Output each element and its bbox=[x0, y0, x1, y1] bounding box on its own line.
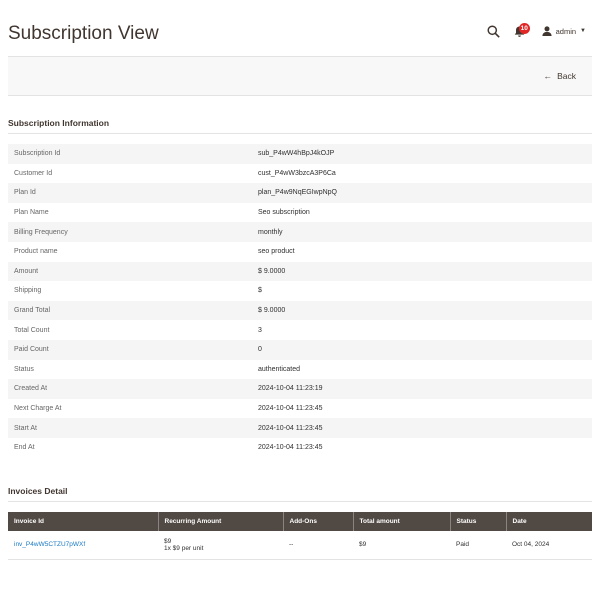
invoice-id-cell: inv_P4wW5CTZU7pWXf bbox=[8, 531, 158, 560]
info-label: Customer Id bbox=[14, 169, 53, 177]
info-label: Subscription Id bbox=[14, 150, 61, 158]
invoices-heading: Invoices Detail bbox=[8, 486, 68, 496]
info-row: Status authenticated bbox=[8, 360, 592, 380]
info-row: Plan Name Seo subscription bbox=[8, 203, 592, 223]
info-value: $ 9.0000 bbox=[258, 267, 286, 275]
info-label: Grand Total bbox=[14, 307, 51, 315]
invoices-table: Invoice Id Recurring Amount Add-Ons Tota… bbox=[8, 512, 592, 560]
column-header-add-ons: Add-Ons bbox=[283, 512, 354, 531]
info-row: Total Count 3 bbox=[8, 320, 592, 340]
subscription-info-heading: Subscription Information bbox=[8, 118, 110, 128]
divider bbox=[8, 501, 592, 502]
add-ons-cell: -- bbox=[283, 531, 353, 560]
info-label: Plan Id bbox=[14, 189, 36, 197]
date-cell: Oct 04, 2024 bbox=[506, 531, 592, 560]
info-value: seo product bbox=[258, 248, 295, 256]
info-label: Created At bbox=[14, 385, 48, 393]
info-row: Billing Frequency monthly bbox=[8, 222, 592, 242]
subscription-info-table: Subscription Id sub_P4wW4hBpJ4kOJP Custom… bbox=[8, 144, 592, 458]
info-value: cust_P4wW3bzcA3P6Ca bbox=[258, 169, 336, 177]
info-label: Status bbox=[14, 365, 34, 373]
status-cell: Paid bbox=[450, 531, 506, 560]
page-actions-bar: ← Back bbox=[8, 56, 592, 96]
recurring-detail: 1x $9 per unit bbox=[164, 544, 204, 552]
info-value: authenticated bbox=[258, 365, 301, 373]
info-value: plan_P4w9NqEGIwpNpQ bbox=[258, 189, 337, 197]
info-label: Start At bbox=[14, 424, 37, 432]
info-label: Plan Name bbox=[14, 209, 49, 217]
page-title: Subscription View bbox=[8, 23, 159, 44]
table-row: inv_P4wW5CTZU7pWXf $9 1x $9 per unit -- … bbox=[8, 531, 592, 560]
info-value: 2024-10-04 11:23:45 bbox=[258, 405, 323, 413]
column-header-date: Date bbox=[506, 512, 592, 531]
info-label: Product name bbox=[14, 248, 58, 256]
info-row: Created At 2024-10-04 11:23:19 bbox=[8, 379, 592, 399]
info-label: End At bbox=[14, 444, 35, 452]
info-row: Product name seo product bbox=[8, 242, 592, 262]
admin-user-name: admin bbox=[555, 26, 577, 36]
info-row: Plan Id plan_P4w9NqEGIwpNpQ bbox=[8, 183, 592, 203]
chevron-down-icon: ▼ bbox=[580, 28, 586, 34]
info-value: 2024-10-04 11:23:45 bbox=[258, 444, 323, 452]
column-header-invoice-id: Invoice Id bbox=[8, 512, 159, 531]
admin-toolbar: 10 admin ▼ bbox=[487, 23, 586, 38]
info-row: End At 2024-10-04 11:23:45 bbox=[8, 438, 592, 458]
user-icon bbox=[542, 26, 552, 36]
info-value: monthly bbox=[258, 228, 283, 236]
info-row: Grand Total $ 9.0000 bbox=[8, 300, 592, 321]
info-label: Next Charge At bbox=[14, 405, 62, 413]
notification-count-badge: 10 bbox=[518, 23, 530, 34]
info-label: Total Count bbox=[14, 326, 50, 334]
search-icon[interactable] bbox=[487, 24, 500, 38]
back-button-label: Back bbox=[557, 71, 576, 81]
column-header-status: Status bbox=[450, 512, 507, 531]
column-header-total-amount: Total amount bbox=[353, 512, 451, 531]
info-row: Customer Id cust_P4wW3bzcA3P6Ca bbox=[8, 164, 592, 184]
info-value: sub_P4wW4hBpJ4kOJP bbox=[258, 150, 335, 158]
notifications-bell-icon[interactable]: 10 bbox=[514, 23, 530, 38]
info-row: Start At 2024-10-04 11:23:45 bbox=[8, 418, 592, 438]
divider bbox=[8, 133, 592, 134]
recurring-amount: $9 bbox=[164, 537, 172, 545]
info-row: Shipping $ bbox=[8, 281, 592, 301]
arrow-left-icon: ← bbox=[543, 71, 553, 81]
info-value: 3 bbox=[258, 326, 262, 334]
info-row: Paid Count 0 bbox=[8, 339, 592, 360]
info-value: 0 bbox=[258, 346, 262, 354]
total-amount-cell: $9 bbox=[353, 531, 450, 560]
back-button[interactable]: ← Back bbox=[544, 71, 576, 81]
info-value: 2024-10-04 11:23:45 bbox=[258, 424, 323, 432]
info-label: Billing Frequency bbox=[14, 228, 68, 236]
info-value: 2024-10-04 11:23:19 bbox=[258, 385, 323, 393]
info-value: $ bbox=[258, 287, 262, 295]
admin-user-menu[interactable]: admin ▼ bbox=[542, 26, 586, 36]
info-value: Seo subscription bbox=[258, 209, 310, 217]
info-label: Shipping bbox=[14, 287, 42, 295]
invoice-id-link[interactable]: inv_P4wW5CTZU7pWXf bbox=[14, 541, 85, 548]
info-label: Paid Count bbox=[14, 346, 49, 354]
info-label: Amount bbox=[14, 267, 39, 275]
info-row: Next Charge At 2024-10-04 11:23:45 bbox=[8, 399, 592, 419]
invoices-header-row: Invoice Id Recurring Amount Add-Ons Tota… bbox=[8, 512, 592, 531]
info-row: Subscription Id sub_P4wW4hBpJ4kOJP bbox=[8, 144, 592, 164]
info-row: Amount $ 9.0000 bbox=[8, 261, 592, 282]
recurring-amount-cell: $9 1x $9 per unit bbox=[158, 531, 283, 560]
info-value: $ 9.0000 bbox=[258, 307, 286, 315]
column-header-recurring-amount: Recurring Amount bbox=[158, 512, 284, 531]
